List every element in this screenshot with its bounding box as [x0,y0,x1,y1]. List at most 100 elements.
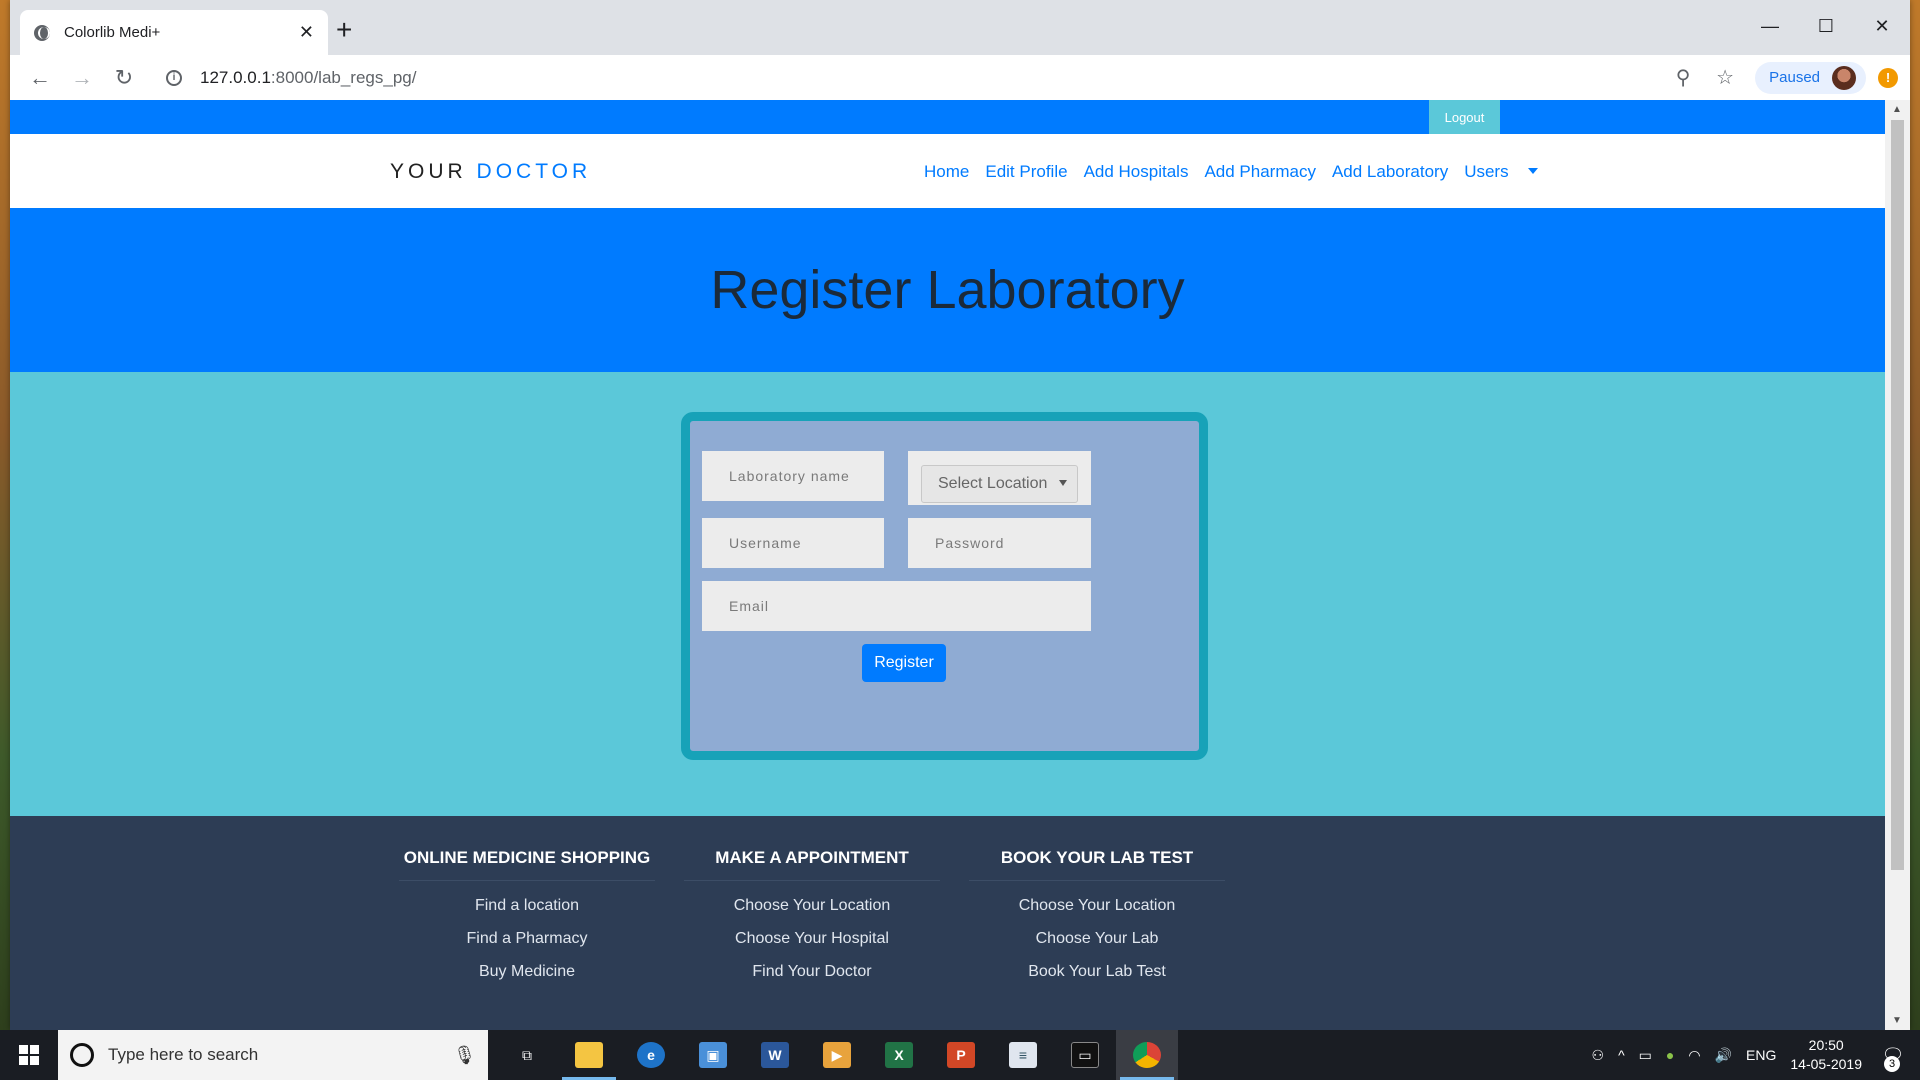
clock-time: 20:50 [1808,1037,1844,1053]
nav-users-label: Users [1464,162,1509,181]
volume-icon[interactable]: 🔊 [1715,1047,1732,1064]
zoom-icon[interactable]: ⚲ [1665,60,1701,96]
media-player-button[interactable]: ▶ [806,1030,868,1080]
minimize-button[interactable]: — [1742,6,1798,46]
hero-banner: Register Laboratory [10,208,1885,372]
powerpoint-icon: P [947,1042,975,1068]
language-indicator[interactable]: ENG [1746,1047,1776,1063]
search-placeholder: Type here to search [108,1045,259,1064]
footer-col-labtest: BOOK YOUR LAB TEST Choose Your Location … [969,848,1225,981]
globe-icon [34,24,50,41]
profile-button[interactable]: Paused [1755,61,1866,94]
terminal-button[interactable]: ▭ [1054,1030,1116,1080]
nav-add-pharmacy[interactable]: Add Pharmacy [1204,162,1316,182]
nav-home[interactable]: Home [924,162,969,182]
username-input[interactable]: Username [702,518,884,568]
profile-status: Paused [1769,69,1820,86]
edge-button[interactable]: e [620,1030,682,1080]
outlook-button[interactable]: ▣ [682,1030,744,1080]
location-select-value: Select Location [938,475,1048,492]
nav-edit-profile[interactable]: Edit Profile [985,162,1067,182]
info-icon[interactable]: i [166,69,182,86]
email-input[interactable]: Email [702,581,1091,631]
taskbar-search[interactable]: Type here to search 🎙 [58,1030,488,1080]
task-view-button[interactable]: ⧉ [496,1030,558,1080]
footer-link[interactable]: Choose Your Hospital [684,930,940,948]
lab-name-input[interactable]: Laboratory name [702,451,884,501]
footer-heading: ONLINE MEDICINE SHOPPING [399,848,655,881]
brand-prefix: YOUR [390,160,467,183]
site-footer: ONLINE MEDICINE SHOPPING Find a location… [10,816,1885,1030]
microphone-icon[interactable]: 🎙 [453,1045,476,1066]
forward-button[interactable]: → [64,60,100,96]
page-title: Register Laboratory [710,260,1185,320]
excel-icon: X [885,1042,913,1068]
maximize-button[interactable]: ☐ [1798,6,1854,46]
browser-toolbar: ← → ↻ i 127.0.0.1:8000/lab_regs_pg/ ⚲ ☆ … [10,55,1910,100]
battery-icon[interactable]: ▭ [1639,1047,1652,1064]
nav-users-dropdown[interactable]: Users [1464,162,1538,182]
reload-button[interactable]: ↻ [106,60,142,96]
close-tab-icon[interactable]: ✕ [299,22,314,43]
document-icon: ≡ [1009,1042,1037,1068]
powerpoint-button[interactable]: P [930,1030,992,1080]
browser-tab[interactable]: Colorlib Medi+ ✕ [20,10,328,55]
windows-logo-icon [19,1045,39,1065]
page-scrollbar[interactable]: ▲ ▼ [1885,100,1910,1030]
clock[interactable]: 20:50 14-05-2019 [1790,1036,1862,1074]
nav-add-laboratory[interactable]: Add Laboratory [1332,162,1448,182]
people-icon[interactable]: ⚇ [1592,1047,1605,1064]
chevron-up-icon[interactable]: ^ [1618,1047,1625,1063]
scroll-up-icon[interactable]: ▲ [1892,104,1902,115]
footer-link[interactable]: Find a location [399,897,655,915]
excel-button[interactable]: X [868,1030,930,1080]
browser-window: Colorlib Medi+ ✕ + — ☐ ✕ ← → ↻ i 127.0.0… [10,0,1910,1030]
page-viewport: Logout YOUR DOCTOR Home Edit Profile Add… [10,100,1885,1030]
start-button[interactable] [0,1030,58,1080]
update-alert-icon[interactable]: ! [1878,67,1898,88]
chrome-button[interactable] [1116,1030,1178,1080]
security-icon[interactable]: ● [1666,1047,1674,1063]
address-bar[interactable]: i 127.0.0.1:8000/lab_regs_pg/ [156,61,1659,95]
footer-link[interactable]: Buy Medicine [399,963,655,981]
word-icon: W [761,1042,789,1068]
brand-accent: DOCTOR [476,160,592,183]
play-icon: ▶ [823,1042,851,1068]
system-tray: ⚇ ^ ▭ ● ◠ 🔊 ENG 20:50 14-05-2019 🗨 3 [1592,1030,1920,1080]
taskbar-apps: ⧉ e ▣ W ▶ X P ≡ ▭ [496,1030,1178,1080]
wifi-icon[interactable]: ◠ [1688,1047,1700,1064]
scroll-down-icon[interactable]: ▼ [1892,1015,1902,1026]
word-button[interactable]: W [744,1030,806,1080]
tab-strip: Colorlib Medi+ ✕ + — ☐ ✕ [10,0,1910,55]
url-host: 127.0.0.1 [200,67,271,87]
url-path: :8000/lab_regs_pg/ [270,67,417,87]
back-button[interactable]: ← [22,60,58,96]
brand-logo[interactable]: YOUR DOCTOR [390,160,591,184]
footer-heading: MAKE A APPOINTMENT [684,848,940,881]
new-tab-button[interactable]: + [336,16,352,44]
footer-link[interactable]: Choose Your Location [684,897,940,915]
logout-button[interactable]: Logout [1429,100,1500,134]
location-select[interactable]: Select Location [921,465,1078,503]
notification-center-button[interactable]: 🗨 3 [1880,1030,1920,1080]
nav-add-hospitals[interactable]: Add Hospitals [1084,162,1189,182]
close-window-button[interactable]: ✕ [1854,6,1910,46]
password-input[interactable]: Password [908,518,1091,568]
footer-link[interactable]: Choose Your Lab [969,930,1225,948]
footer-link[interactable]: Find a Pharmacy [399,930,655,948]
register-button[interactable]: Register [862,644,946,682]
dropdown-arrow-icon [1059,480,1067,486]
file-explorer-button[interactable] [558,1030,620,1080]
register-form: Laboratory name Select Location Username… [681,412,1208,760]
footer-link[interactable]: Book Your Lab Test [969,963,1225,981]
footer-link[interactable]: Choose Your Location [969,897,1225,915]
notepad-button[interactable]: ≡ [992,1030,1054,1080]
bookmark-star-icon[interactable]: ☆ [1707,60,1743,96]
scrollbar-thumb[interactable] [1891,120,1904,870]
nav-links: Home Edit Profile Add Hospitals Add Phar… [924,162,1554,182]
footer-col-appointment: MAKE A APPOINTMENT Choose Your Location … [684,848,940,981]
window-controls: — ☐ ✕ [1742,6,1910,46]
footer-link[interactable]: Find Your Doctor [684,963,940,981]
clock-date: 14-05-2019 [1790,1056,1862,1072]
terminal-icon: ▭ [1071,1042,1099,1068]
